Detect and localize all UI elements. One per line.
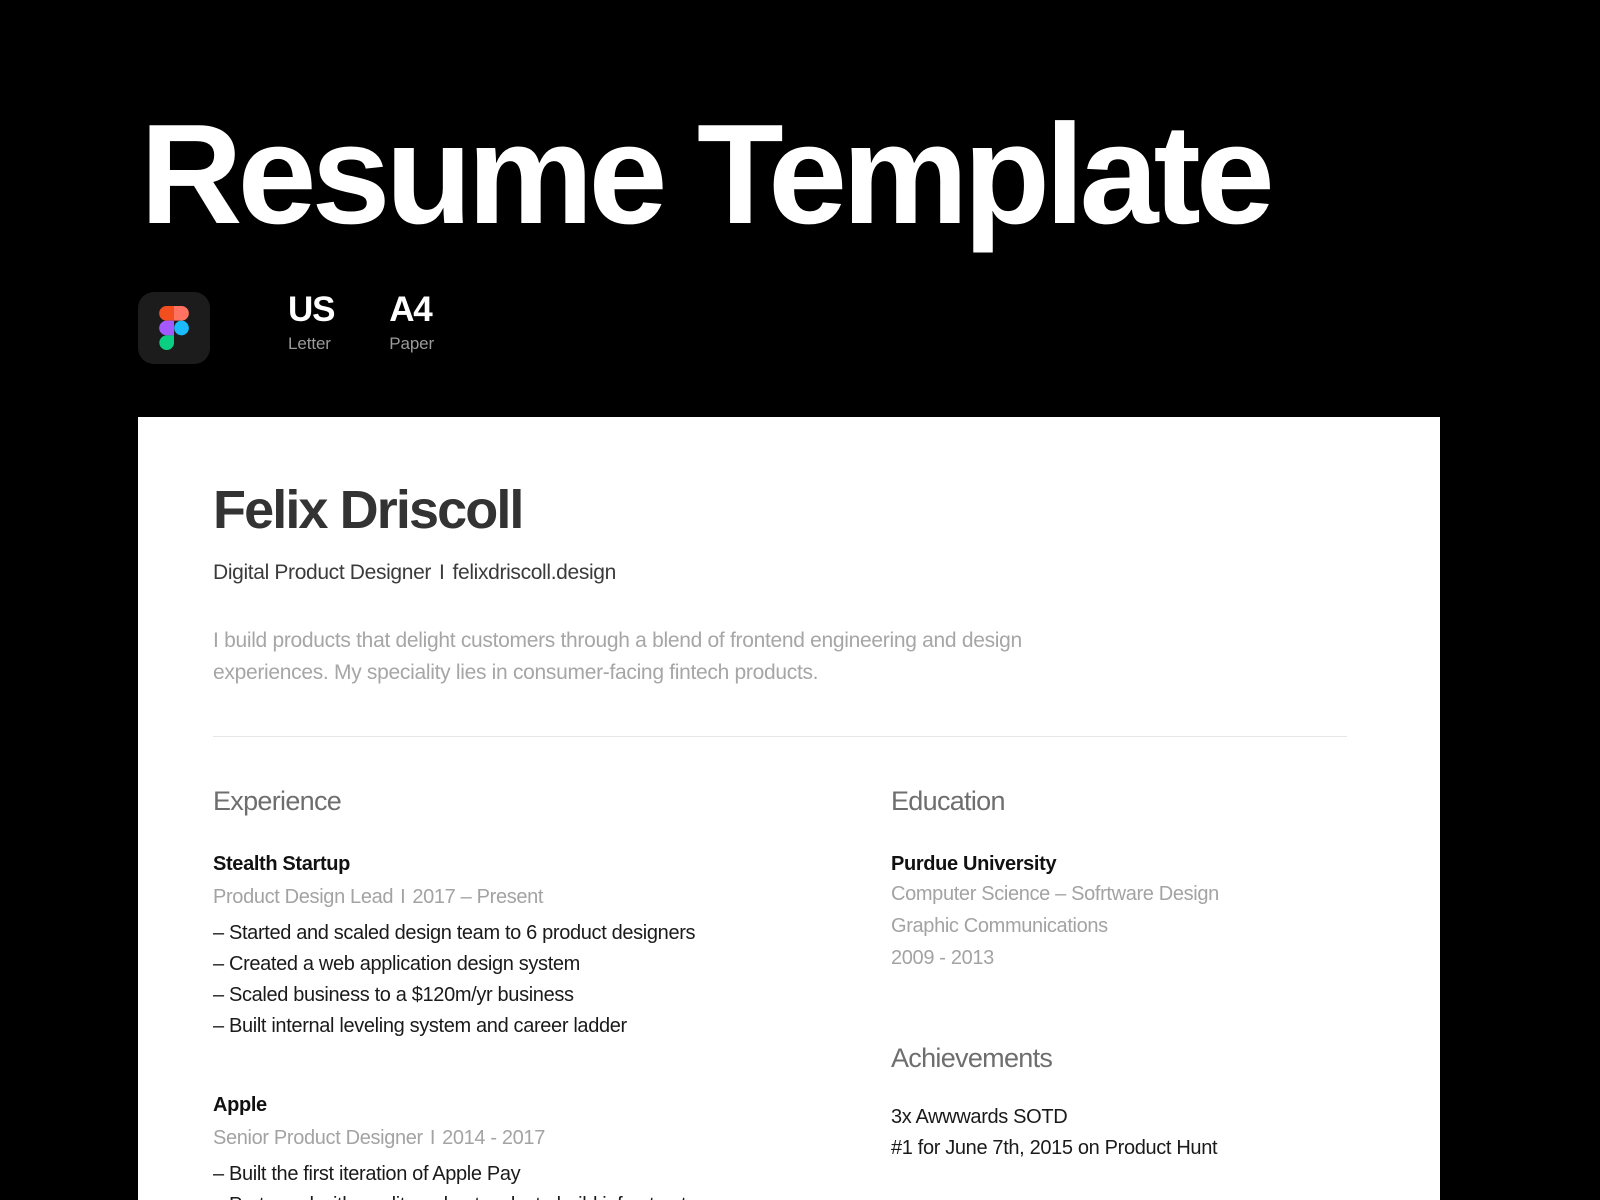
format-a4-code: A4 xyxy=(389,290,433,329)
format-us-letter: US Letter xyxy=(288,290,335,354)
resume-sheet: Felix Driscoll Digital Product Designer I… xyxy=(138,417,1440,1200)
experience-org: Stealth Startup xyxy=(213,852,350,875)
achievements-list: 3x Awwwards SOTD #1 for June 7th, 2015 o… xyxy=(891,1102,1347,1165)
experience-column: Experience Stealth Startup Product Desig… xyxy=(213,787,891,1200)
education-org: Purdue University xyxy=(891,852,1057,875)
candidate-bio: I build products that delight customers … xyxy=(213,629,1022,685)
candidate-name: Felix Driscoll xyxy=(213,480,524,540)
education-line: 2009 - 2013 xyxy=(891,946,994,969)
candidate-website[interactable]: felixdriscoll.design xyxy=(453,561,617,584)
achievements-heading: Achievements xyxy=(891,1042,1053,1073)
achievement-item: 3x Awwwards SOTD xyxy=(891,1105,1068,1128)
education-line: Graphic Communications xyxy=(891,914,1108,937)
format-a4-label: Paper xyxy=(389,333,435,353)
experience-org: Apple xyxy=(213,1093,267,1116)
experience-bullet: – Partnered with credit card networks to… xyxy=(213,1190,891,1200)
meta-separator: I xyxy=(429,1126,436,1149)
section-divider xyxy=(213,736,1347,738)
experience-meta: Product Design Lead I 2017 – Present xyxy=(213,882,891,913)
achievements-block: Achievements 3x Awwwards SOTD #1 for Jun… xyxy=(891,1042,1347,1165)
experience-bullets: – Built the first iteration of Apple Pay… xyxy=(213,1159,891,1200)
experience-bullet: – Built internal leveling system and car… xyxy=(213,1014,627,1037)
figma-logo-icon xyxy=(159,306,189,350)
resume-content: Felix Driscoll Digital Product Designer I… xyxy=(213,417,1347,1200)
achievement-item: #1 for June 7th, 2015 on Product Hunt xyxy=(891,1137,1218,1160)
experience-dates: 2014 - 2017 xyxy=(442,1126,545,1149)
experience-role: Product Design Lead xyxy=(213,885,394,908)
figma-app-tile[interactable] xyxy=(138,292,210,364)
experience-entry: Apple Senior Product Designer I 2014 - 201… xyxy=(213,1092,891,1200)
cover-header: Resume Template US Letter A4 Paper xyxy=(0,0,1600,417)
subtitle-separator: I xyxy=(439,561,445,585)
format-us-code: US xyxy=(288,290,335,329)
education-heading: Education xyxy=(891,786,1005,817)
format-a4-paper: A4 Paper xyxy=(389,290,435,354)
resume-template-poster: Resume Template US Letter A4 Paper Felix… xyxy=(0,0,1600,1200)
experience-bullets: – Started and scaled design team to 6 pr… xyxy=(213,918,891,1042)
experience-role: Senior Product Designer xyxy=(213,1126,423,1149)
resume-columns: Experience Stealth Startup Product Desig… xyxy=(213,787,1347,1200)
education-column: Education Purdue University Computer Sci… xyxy=(891,787,1347,1200)
meta-separator: I xyxy=(400,885,406,908)
experience-heading: Experience xyxy=(213,786,342,817)
experience-bullet: – Built the first iteration of Apple Pay xyxy=(213,1162,521,1185)
format-us-label: Letter xyxy=(288,333,331,353)
experience-entry: Stealth Startup Product Design Lead I 2017… xyxy=(213,851,891,1042)
experience-bullet: – Scaled business to a $120m/yr business xyxy=(213,983,574,1006)
education-entry: Purdue University Computer Science – Sof… xyxy=(891,851,1347,974)
experience-dates: 2017 – Present xyxy=(412,885,544,908)
page-title: Resume Template xyxy=(140,95,1275,254)
candidate-role: Digital Product Designer xyxy=(213,561,432,585)
education-line: Computer Science – Sofrtware Design xyxy=(891,882,1219,905)
experience-bullet: – Created a web application design syste… xyxy=(213,952,580,975)
candidate-subtitle: Digital Product Designer Ifelixdriscoll.d… xyxy=(213,561,1347,585)
experience-bullet: – Started and scaled design team to 6 pr… xyxy=(213,921,696,944)
experience-meta: Senior Product Designer I 2014 - 2017 xyxy=(213,1123,891,1154)
format-badge-row: US Letter A4 Paper xyxy=(138,290,435,364)
